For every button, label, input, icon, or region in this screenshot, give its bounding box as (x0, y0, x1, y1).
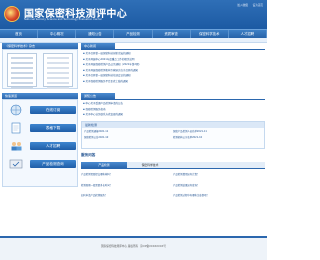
list-item[interactable]: 检测机构公示名单2021-10 (173, 135, 262, 141)
latest-tests-box: 最新检测 产品检测通报2021-11 保密产品检测人员名单2021-11 保密检… (81, 121, 265, 149)
list-item[interactable]: 产品检测费用如何计算？ (173, 170, 265, 181)
people-icon (11, 142, 22, 151)
service-qa-list: 产品检测需要提交哪些材料？ 产品检测费用如何计算？ 检测周期一般需要多长时间？ … (81, 170, 265, 202)
document-icon (11, 122, 21, 134)
left-column: 《保密科学技术》杂志 快速通道 在线订阅 表格下载 人才招聘 产品检测查询 (2, 43, 78, 187)
magazine-page-image[interactable] (43, 53, 73, 89)
emblem-logo (4, 6, 20, 22)
globe-icon (10, 104, 22, 116)
nav-notices[interactable]: 通知公告 (76, 30, 115, 38)
tab-product-testing[interactable]: 产品检测 (81, 162, 127, 168)
online-subscribe-button[interactable]: 在线订阅 (30, 106, 76, 114)
jobs-button[interactable]: 人才招聘 (30, 142, 76, 150)
nav-about[interactable]: 中心概况 (38, 30, 77, 38)
site-header: 国家保密科技测评中心 National Secrecy Science and … (0, 0, 267, 29)
latest-tests-list: 产品检测通报2021-11 保密产品检测人员名单2021-11 保密检测公告20… (82, 128, 264, 142)
list-item[interactable]: 产品检测需要提交哪些材料？ (81, 170, 173, 181)
copyright-text: 国家保密科技测评中心 版权所有 京ICP备XXXXXXXX号 (101, 245, 166, 248)
top-links: 加入收藏 设为首页 (233, 3, 263, 7)
form-download-button[interactable]: 表格下载 (30, 124, 76, 132)
nav-testing[interactable]: 产品检测 (114, 30, 153, 38)
notices-section: 通知公告 中心关于受理产品检测申请的公告 保密检测服务指南 关于中心业务联系方式… (81, 93, 265, 118)
news-list: 关于召开第一届保密科技创新论坛的通知 关于开展中心2021年度重点工作的相关说明… (81, 50, 265, 85)
magazine-cover-image[interactable] (7, 53, 37, 89)
service-tabs: 产品检测 保密科学技术 (81, 162, 265, 169)
list-item[interactable]: 产品检测结果如何查询？ (173, 181, 265, 192)
main-nav: 首页 中心概况 通知公告 产品检测 资质审查 保密科学技术 人才招聘 (0, 29, 267, 38)
right-column: 中心新闻 关于召开第一届保密科技创新论坛的通知 关于开展中心2021年度重点工作… (81, 43, 265, 197)
list-item[interactable]: 检测周期一般需要多长时间？ (81, 181, 173, 192)
nav-jobs[interactable]: 人才招聘 (229, 30, 267, 38)
set-homepage-link[interactable]: 设为首页 (253, 4, 263, 7)
services-panel: 在线订阅 表格下载 人才招聘 产品检测查询 (2, 99, 78, 187)
product-check-icon (9, 159, 23, 169)
list-item[interactable]: 保密检测公告2021-10 (84, 135, 173, 141)
nav-qualification[interactable]: 资质审查 (153, 30, 191, 38)
book-panel (2, 49, 78, 89)
list-item[interactable]: 关于中心业务联系方式变更的通知 (83, 112, 265, 118)
notices-list: 中心关于受理产品检测申请的公告 保密检测服务指南 关于中心业务联系方式变更的通知 (81, 100, 265, 118)
site-footer: 国家保密科技测评中心 版权所有 京ICP备XXXXXXXX号 (0, 236, 267, 260)
list-item[interactable]: 产品检测过程中有哪些注意事项？ (173, 191, 265, 202)
service-qa-title: 服务问答 (81, 153, 96, 157)
nav-science[interactable]: 保密科学技术 (191, 30, 229, 38)
tab-science[interactable]: 保密科学技术 (127, 162, 173, 168)
list-item[interactable]: 如何申请产品检测服务？ (81, 191, 173, 202)
site-subtitle: National Secrecy Science and Technology … (24, 18, 102, 21)
nav-home[interactable]: 首页 (0, 30, 39, 38)
list-item[interactable]: 关于保密检测服务平台正式上线的通知 (83, 79, 265, 85)
add-favorite-link[interactable]: 加入收藏 (237, 4, 247, 7)
product-query-button[interactable]: 产品检测查询 (30, 160, 76, 168)
